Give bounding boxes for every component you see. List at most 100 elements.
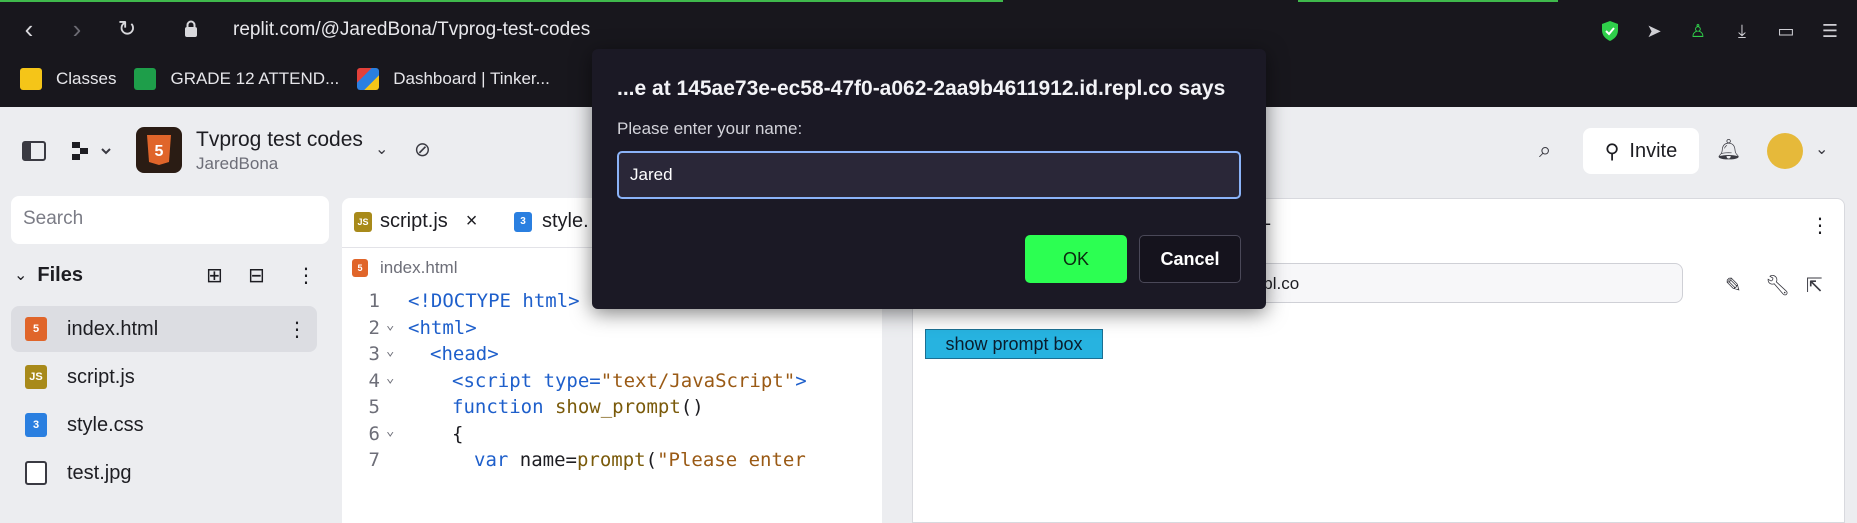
url-field[interactable]: replit.com/@JaredBona/Tvprog-test-codes bbox=[233, 19, 590, 41]
profile-icon[interactable]: ♙ bbox=[1685, 18, 1711, 44]
file-name: test.jpg bbox=[67, 461, 132, 484]
pane-more-icon[interactable]: ⋮ bbox=[1810, 213, 1830, 238]
lock-icon[interactable] bbox=[184, 20, 198, 38]
address-row: ‹ › ↻ replit.com/@JaredBona/Tvprog-test-… bbox=[0, 8, 1857, 54]
fold-chevron-icon[interactable]: ⌄ bbox=[386, 317, 394, 333]
devtools-wrench-icon[interactable]: 🔧︎ bbox=[1765, 273, 1790, 298]
repl-structure-icon[interactable] bbox=[70, 140, 114, 162]
breadcrumb-file[interactable]: index.html bbox=[380, 258, 457, 278]
download-icon[interactable]: ⤓ bbox=[1729, 18, 1755, 44]
cancel-button[interactable]: Cancel bbox=[1139, 235, 1241, 283]
browser-toolbar: ➤ ♙ ⤓ ▭ ☰ bbox=[1597, 18, 1843, 44]
invite-label: Invite bbox=[1629, 139, 1678, 162]
history-check-icon[interactable]: ⊘ bbox=[414, 137, 431, 162]
code-text: var name=prompt("Please enter bbox=[474, 449, 806, 471]
file-script-js[interactable]: JS script.js bbox=[11, 354, 317, 400]
more-options-icon[interactable]: ⋮ bbox=[296, 263, 316, 288]
image-icon bbox=[25, 461, 47, 485]
shield-check-icon[interactable] bbox=[1597, 18, 1623, 44]
breadcrumb: 5 index.html bbox=[352, 258, 457, 278]
classroom-icon bbox=[20, 68, 42, 90]
code-text: <head> bbox=[430, 343, 499, 365]
line-number: 6 bbox=[368, 422, 380, 445]
avatar[interactable] bbox=[1767, 133, 1803, 169]
line-number: 3 bbox=[368, 343, 380, 365]
repl-owner[interactable]: JaredBona bbox=[196, 154, 278, 174]
js-icon: JS bbox=[25, 365, 47, 389]
svg-text:5: 5 bbox=[155, 143, 164, 160]
new-folder-icon[interactable]: ⊟ bbox=[248, 263, 265, 288]
back-icon[interactable]: ‹ bbox=[14, 14, 44, 44]
search-icon[interactable]: ⌕ bbox=[1539, 137, 1551, 163]
add-user-icon: ⚲ bbox=[1604, 140, 1620, 163]
css3-icon: 3 bbox=[514, 211, 532, 232]
bookmark-tinkercad[interactable]: Dashboard | Tinker... bbox=[357, 68, 550, 90]
file-index-html[interactable]: 5 index.html ⋮ bbox=[11, 306, 317, 352]
file-name: style.css bbox=[67, 413, 144, 436]
files-header: ⌄ Files ⊞ ⊟ ⋮ bbox=[14, 257, 324, 293]
tab-label: script.js bbox=[380, 210, 448, 232]
reload-icon[interactable]: ↻ bbox=[112, 14, 142, 44]
file-more-icon[interactable]: ⋮ bbox=[287, 317, 307, 342]
tab-style-css[interactable]: 3 style. bbox=[514, 210, 589, 233]
invite-button[interactable]: ⚲ Invite bbox=[1583, 128, 1699, 174]
line-number: 5 bbox=[368, 396, 380, 418]
open-new-tab-icon[interactable]: ⇱ bbox=[1806, 273, 1823, 298]
loading-bar bbox=[0, 0, 1003, 2]
fold-chevron-icon[interactable]: ⌄ bbox=[386, 423, 394, 439]
preview-url-field[interactable]: a.repl.co bbox=[1233, 263, 1683, 303]
bookmark-grade12[interactable]: GRADE 12 ATTEND... bbox=[134, 68, 339, 90]
bell-icon[interactable]: 🔔︎ bbox=[1716, 137, 1741, 162]
code-text: <!DOCTYPE html> bbox=[408, 290, 580, 312]
repl-name[interactable]: Tvprog test codes bbox=[196, 128, 363, 152]
bookmark-classes[interactable]: Classes bbox=[20, 68, 116, 90]
code-text: <html> bbox=[408, 316, 477, 339]
code-text: { bbox=[452, 422, 464, 445]
chevron-down-icon[interactable]: ⌄ bbox=[375, 139, 388, 159]
line-number: 7 bbox=[368, 449, 380, 471]
css3-icon: 3 bbox=[25, 413, 47, 437]
send-icon[interactable]: ➤ bbox=[1641, 18, 1667, 44]
code-text: function show_prompt() bbox=[452, 396, 704, 418]
file-name: index.html bbox=[67, 317, 159, 340]
loading-bar-2 bbox=[1298, 0, 1558, 2]
ok-button[interactable]: OK bbox=[1025, 235, 1127, 283]
avatar-chevron-icon[interactable]: ⌄ bbox=[1815, 139, 1828, 159]
chevron-down-icon[interactable]: ⌄ bbox=[14, 265, 27, 285]
files-label: Files bbox=[37, 263, 83, 286]
bookmark-label: Classes bbox=[56, 69, 117, 88]
forward-icon[interactable]: › bbox=[62, 14, 92, 44]
sheets-icon bbox=[134, 68, 157, 90]
fold-chevron-icon[interactable]: ⌄ bbox=[386, 343, 394, 359]
code-text: <script type="text/JavaScript"> bbox=[452, 369, 807, 392]
bookmark-label: Dashboard | Tinker... bbox=[393, 69, 550, 88]
js-icon: JS bbox=[354, 211, 372, 232]
code-line[interactable]: 7 var name=prompt("Please enter bbox=[342, 449, 882, 481]
html5-icon: 5 bbox=[25, 317, 47, 341]
bookmark-label: GRADE 12 ATTEND... bbox=[170, 69, 340, 88]
file-style-css[interactable]: 3 style.css bbox=[11, 402, 317, 448]
line-number: 4 bbox=[368, 369, 380, 392]
line-number: 2 bbox=[368, 316, 380, 339]
battery-icon[interactable]: ▭ bbox=[1773, 18, 1799, 44]
search-input[interactable]: Search bbox=[11, 196, 329, 244]
menu-icon[interactable]: ☰ bbox=[1817, 18, 1843, 44]
prompt-input[interactable] bbox=[617, 151, 1241, 199]
fold-chevron-icon[interactable]: ⌄ bbox=[386, 370, 394, 386]
show-prompt-button[interactable]: show prompt box bbox=[925, 329, 1103, 359]
file-test-jpg[interactable]: test.jpg bbox=[11, 450, 317, 496]
html5-logo[interactable]: 5 bbox=[136, 127, 182, 173]
edit-pencil-icon[interactable]: ✎ bbox=[1725, 273, 1742, 298]
line-number: 1 bbox=[368, 290, 380, 312]
close-icon[interactable]: × bbox=[466, 210, 478, 233]
file-name: script.js bbox=[67, 365, 135, 388]
tab-label: style. bbox=[542, 210, 589, 232]
prompt-dialog: ...e at 145ae73e-ec58-47f0-a062-2aa9b461… bbox=[592, 49, 1266, 309]
dialog-title: ...e at 145ae73e-ec58-47f0-a062-2aa9b461… bbox=[617, 77, 1226, 100]
bookmarks-bar: Classes GRADE 12 ATTEND... Dashboard | T… bbox=[0, 62, 550, 96]
sidebar-toggle-icon[interactable] bbox=[22, 141, 46, 161]
dialog-message: Please enter your name: bbox=[617, 119, 803, 138]
html5-icon: 5 bbox=[352, 259, 368, 277]
new-file-icon[interactable]: ⊞ bbox=[206, 263, 223, 288]
tab-script-js[interactable]: JS script.js × bbox=[354, 210, 477, 233]
